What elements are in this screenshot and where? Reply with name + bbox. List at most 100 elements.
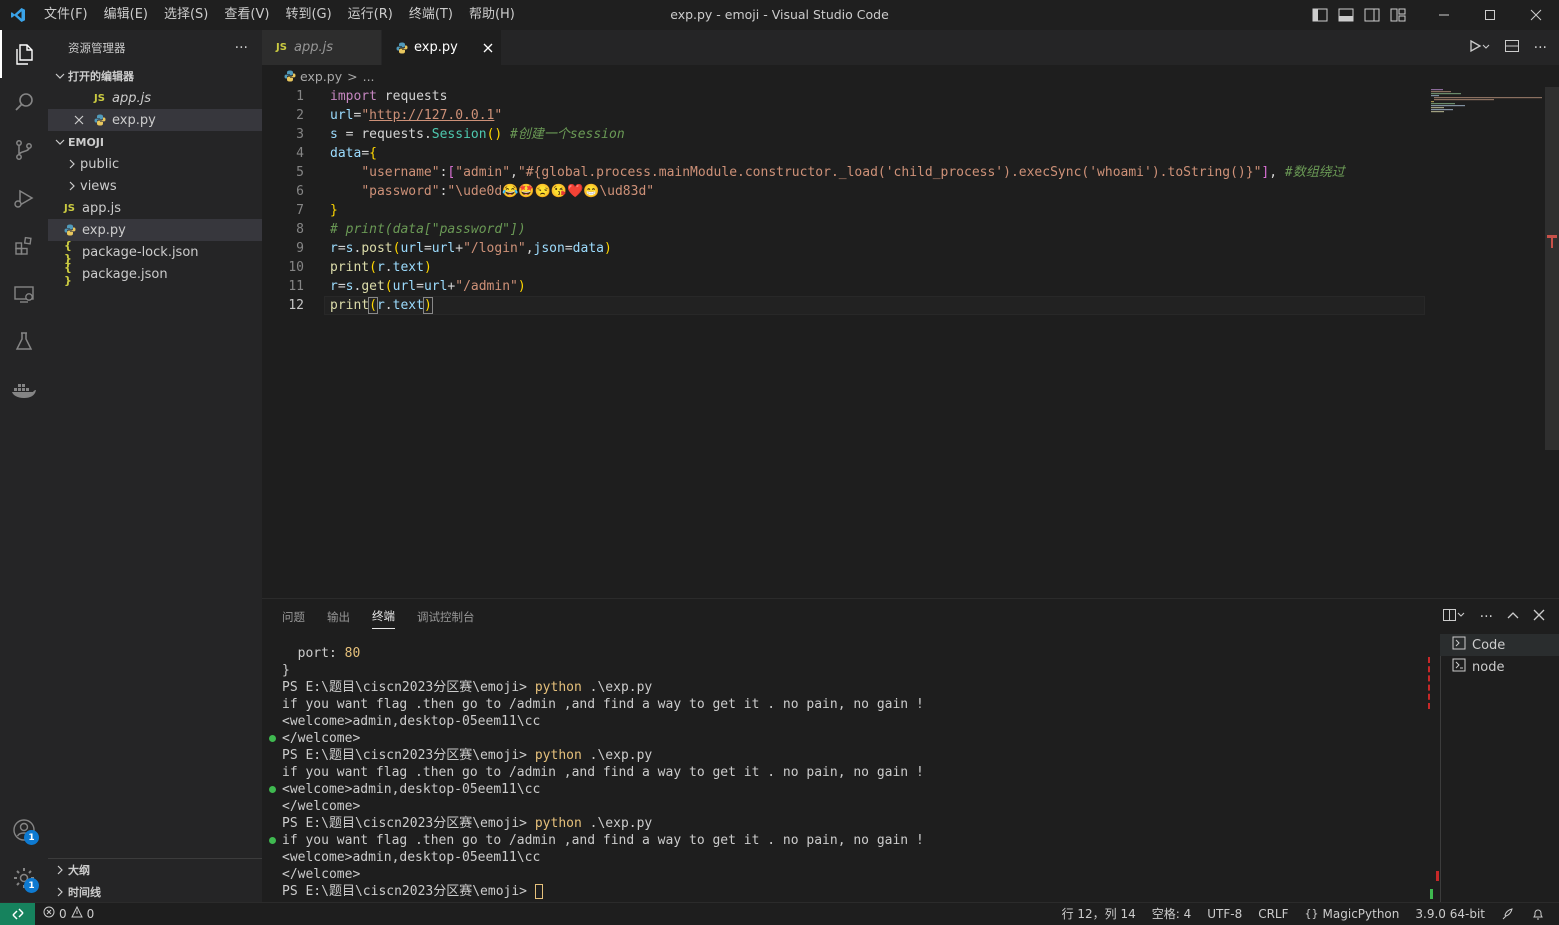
- python-interpreter[interactable]: 3.9.0 64-bit: [1407, 903, 1493, 925]
- python-file-icon: [94, 114, 112, 126]
- tab-output[interactable]: 输出: [327, 609, 350, 625]
- open-editors-section[interactable]: 打开的编辑器: [48, 65, 262, 87]
- split-editor-icon[interactable]: [1504, 39, 1520, 57]
- menu-terminal[interactable]: 终端(T): [401, 0, 461, 30]
- terminal-line: PS E:\题目\ciscn2023分区赛\emoji> python .\ex…: [282, 816, 653, 831]
- minimap[interactable]: [1425, 87, 1545, 597]
- run-debug-icon[interactable]: [0, 174, 48, 222]
- terminal-line: <welcome>admin,desktop-05eem11\cc: [282, 714, 541, 729]
- feedback-icon[interactable]: [1493, 907, 1523, 921]
- warning-icon: [70, 903, 83, 925]
- cursor-position[interactable]: 行 12，列 14: [1054, 903, 1144, 925]
- remote-explorer-icon[interactable]: [0, 270, 48, 318]
- tab-terminal[interactable]: 终端: [372, 608, 395, 629]
- code-line: }: [330, 203, 338, 218]
- folder-item-public[interactable]: public: [48, 153, 262, 175]
- command-success-dot[interactable]: [269, 786, 276, 793]
- notifications-bell-icon[interactable]: [1523, 907, 1553, 921]
- settings-badge: 1: [24, 878, 39, 893]
- window-controls: [1307, 0, 1559, 30]
- encoding[interactable]: UTF-8: [1199, 903, 1250, 925]
- terminal-item-code[interactable]: Code: [1440, 634, 1559, 656]
- extensions-icon[interactable]: [0, 222, 48, 270]
- tab-exppy[interactable]: exp.py: [382, 30, 502, 65]
- run-python-file-icon[interactable]: [1468, 39, 1490, 57]
- tab-appjs[interactable]: JS app.js: [262, 30, 382, 65]
- menu-run[interactable]: 运行(R): [340, 0, 401, 30]
- accounts-badge: 1: [24, 830, 39, 845]
- maximize-panel-icon[interactable]: [1507, 609, 1519, 624]
- problems-status[interactable]: 0 0: [35, 903, 102, 925]
- testing-icon[interactable]: [0, 318, 48, 366]
- language-mode[interactable]: {} MagicPython: [1297, 903, 1408, 925]
- toggle-primary-sidebar-icon[interactable]: [1307, 0, 1333, 30]
- menu-goto[interactable]: 转到(G): [277, 0, 339, 30]
- close-tab-icon[interactable]: [483, 42, 493, 57]
- accounts-icon[interactable]: 1: [0, 806, 48, 854]
- breadcrumb-file[interactable]: exp.py: [300, 69, 342, 84]
- source-control-icon[interactable]: [0, 126, 48, 174]
- explorer-sidebar: 资源管理器 ··· 打开的编辑器 JS app.js exp.py EMOJI …: [48, 30, 262, 902]
- more-actions-icon[interactable]: ···: [1534, 40, 1547, 56]
- customize-layout-icon[interactable]: [1385, 0, 1411, 30]
- code-line-current: print(r.text): [330, 297, 433, 314]
- command-success-dot[interactable]: [269, 735, 276, 742]
- toggle-secondary-sidebar-icon[interactable]: [1359, 0, 1385, 30]
- menu-file[interactable]: 文件(F): [36, 0, 96, 30]
- code-editor[interactable]: 1 2 3 4 5 6 7 8 9 10 11 12 import reques…: [262, 87, 1545, 597]
- close-window-icon[interactable]: [1513, 0, 1559, 30]
- close-panel-icon[interactable]: [1533, 609, 1545, 625]
- file-item-package-lock-json[interactable]: { } package-lock.json: [48, 239, 262, 265]
- terminal-line: port: 80: [282, 646, 361, 661]
- outline-section[interactable]: 大纲: [48, 859, 262, 881]
- terminal-line: <welcome>admin,desktop-05eem11\cc: [269, 781, 1432, 798]
- terminal-line: if you want flag .then go to /admin ,and…: [269, 832, 1432, 849]
- minimize-icon[interactable]: [1421, 0, 1467, 30]
- terminal-line: if you want flag .then go to /admin ,and…: [282, 765, 924, 780]
- open-editor-item-appjs[interactable]: JS app.js: [48, 87, 262, 109]
- terminal-label: node: [1472, 659, 1505, 675]
- terminal-label: Code: [1472, 637, 1506, 653]
- split-terminal-icon[interactable]: [1442, 608, 1466, 626]
- code-line: url="http://127.0.0.1": [330, 108, 503, 123]
- url-link[interactable]: http://127.0.0.1: [369, 108, 494, 123]
- menu-selection[interactable]: 选择(S): [156, 0, 216, 30]
- more-actions-icon[interactable]: ···: [1480, 609, 1493, 625]
- maximize-icon[interactable]: [1467, 0, 1513, 30]
- folder-item-views[interactable]: views: [48, 175, 262, 197]
- line-number: 2: [296, 108, 304, 123]
- close-editor-icon[interactable]: [74, 115, 94, 125]
- terminal-line: PS E:\题目\ciscn2023分区赛\emoji> python .\ex…: [282, 748, 653, 763]
- search-icon[interactable]: [0, 78, 48, 126]
- file-item-package-json[interactable]: { } package.json: [48, 261, 262, 287]
- file-item-exppy[interactable]: exp.py: [48, 219, 262, 241]
- toggle-panel-icon[interactable]: [1333, 0, 1359, 30]
- manage-gear-icon[interactable]: 1: [0, 854, 48, 902]
- command-success-dot[interactable]: [269, 837, 276, 844]
- docker-icon[interactable]: [0, 366, 48, 414]
- tab-problems[interactable]: 问题: [282, 609, 305, 625]
- editor-scrollbar[interactable]: [1545, 87, 1559, 450]
- breadcrumb-symbols[interactable]: ...: [363, 69, 375, 84]
- explorer-more-actions[interactable]: ···: [235, 40, 248, 56]
- file-item-appjs[interactable]: JS app.js: [48, 197, 262, 219]
- menu-help[interactable]: 帮助(H): [461, 0, 523, 30]
- timeline-section[interactable]: 时间线: [48, 881, 262, 903]
- menu-edit[interactable]: 编辑(E): [96, 0, 156, 30]
- remote-indicator-icon[interactable]: [0, 902, 35, 925]
- explorer-icon[interactable]: [0, 30, 48, 78]
- tab-debug-console[interactable]: 调试控制台: [417, 609, 475, 625]
- indentation[interactable]: 空格: 4: [1144, 903, 1200, 925]
- chevron-right-icon: [64, 159, 80, 169]
- code-line: # print(data["password"]): [330, 222, 526, 237]
- tab-label: exp.py: [414, 40, 458, 55]
- open-editor-item-exppy[interactable]: exp.py: [48, 109, 262, 131]
- python-file-icon: [64, 224, 82, 236]
- menu-view[interactable]: 查看(V): [216, 0, 277, 30]
- terminal-output[interactable]: port: 80 } PS E:\题目\ciscn2023分区赛\emoji> …: [269, 645, 1432, 900]
- project-section-emoji[interactable]: EMOJI: [48, 131, 262, 153]
- terminal-item-node[interactable]: node: [1440, 656, 1559, 678]
- line-ending[interactable]: CRLF: [1250, 903, 1296, 925]
- project-label: EMOJI: [68, 135, 104, 149]
- code-line: r=s.post(url=url+"/login",json=data): [330, 241, 612, 256]
